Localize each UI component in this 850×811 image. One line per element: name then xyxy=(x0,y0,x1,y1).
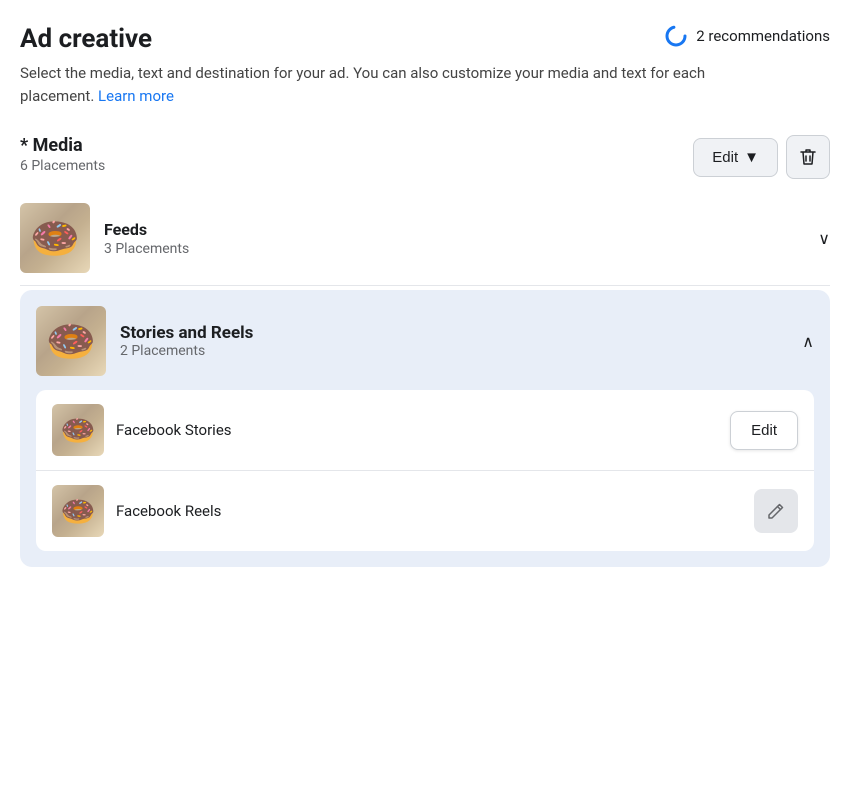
dropdown-arrow-icon: ▼ xyxy=(744,149,759,166)
trash-icon xyxy=(798,147,818,167)
placement-list: Feeds 3 Placements ∨ Stories and Reels 2… xyxy=(20,191,830,567)
media-section: * Media 6 Placements Edit ▼ Feeds xyxy=(20,135,830,567)
page-header: Ad creative 2 recommendations xyxy=(20,24,830,54)
facebook-reels-left: Facebook Reels xyxy=(52,485,221,537)
feeds-name: Feeds xyxy=(104,220,189,239)
facebook-stories-thumbnail xyxy=(52,404,104,456)
stories-reels-header: Stories and Reels 2 Placements ∧ xyxy=(36,306,814,376)
feeds-count: 3 Placements xyxy=(104,241,189,257)
facebook-stories-item: Facebook Stories Edit xyxy=(36,390,814,471)
facebook-reels-item: Facebook Reels xyxy=(36,471,814,551)
facebook-stories-label: Facebook Stories xyxy=(116,421,232,439)
media-title-group: * Media 6 Placements xyxy=(20,135,105,174)
media-header: * Media 6 Placements Edit ▼ xyxy=(20,135,830,179)
stories-reels-chevron-icon[interactable]: ∧ xyxy=(802,332,814,351)
stories-reels-thumbnail xyxy=(36,306,106,376)
media-placements-count: 6 Placements xyxy=(20,158,105,174)
feeds-thumbnail xyxy=(20,203,90,273)
recommendations-badge: 2 recommendations xyxy=(664,24,830,48)
stories-reels-section: Stories and Reels 2 Placements ∧ Faceboo… xyxy=(20,290,830,567)
stories-reels-info: Stories and Reels 2 Placements xyxy=(120,323,253,359)
stories-reels-count: 2 Placements xyxy=(120,343,253,359)
page-title: Ad creative xyxy=(20,24,152,54)
feeds-info: Feeds 3 Placements xyxy=(104,220,189,257)
media-actions: Edit ▼ xyxy=(693,135,830,179)
facebook-reels-edit-button[interactable] xyxy=(754,489,798,533)
spinner-icon xyxy=(664,24,688,48)
learn-more-link[interactable]: Learn more xyxy=(98,87,174,105)
pencil-icon xyxy=(767,502,785,520)
media-edit-button[interactable]: Edit ▼ xyxy=(693,138,778,177)
facebook-reels-thumbnail xyxy=(52,485,104,537)
facebook-reels-label: Facebook Reels xyxy=(116,502,221,520)
page-description: Select the media, text and destination f… xyxy=(20,62,720,107)
stories-reels-header-left: Stories and Reels 2 Placements xyxy=(36,306,253,376)
facebook-stories-left: Facebook Stories xyxy=(52,404,232,456)
sub-items-container: Facebook Stories Edit Facebook Reels xyxy=(36,390,814,551)
feeds-left: Feeds 3 Placements xyxy=(20,203,189,273)
media-delete-button[interactable] xyxy=(786,135,830,179)
facebook-stories-edit-button[interactable]: Edit xyxy=(730,411,798,450)
media-title: * Media xyxy=(20,135,105,156)
feeds-chevron-icon[interactable]: ∨ xyxy=(818,229,830,248)
stories-reels-name: Stories and Reels xyxy=(120,323,253,343)
recommendations-count: 2 recommendations xyxy=(696,27,830,45)
feeds-placement-item: Feeds 3 Placements ∨ xyxy=(20,191,830,286)
